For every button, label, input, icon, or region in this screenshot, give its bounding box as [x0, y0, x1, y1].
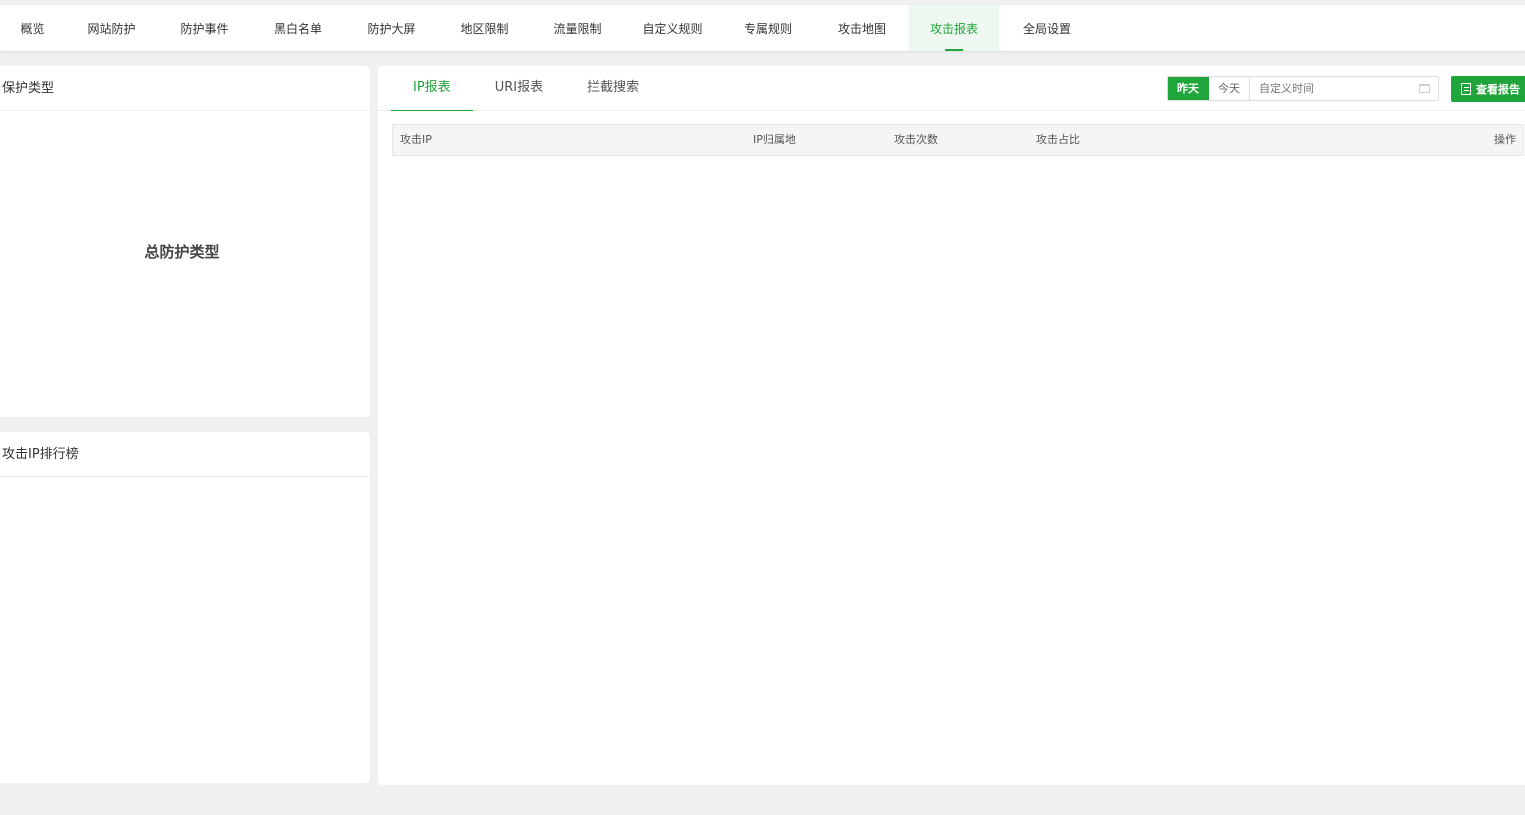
nav-item-label: 专属规则: [743, 21, 792, 36]
nav-item-black-white-list[interactable]: 黑白名单: [251, 5, 345, 51]
nav-item-overview[interactable]: 概览: [0, 5, 65, 51]
nav-item-attack-map[interactable]: 攻击地图: [815, 5, 909, 51]
nav-item-label: 自定义规则: [642, 21, 703, 36]
column-header-ip-location: IP归属地: [753, 133, 796, 146]
ip-report-table: 攻击IP IP归属地 攻击次数 攻击占比 操作: [392, 124, 1524, 156]
nav-item-label: 概览: [20, 21, 45, 36]
protection-type-panel: 保护类型 总防护类型: [0, 66, 370, 417]
nav-item-attack-report[interactable]: 攻击报表: [909, 5, 999, 51]
column-header-attack-count: 攻击次数: [894, 133, 938, 146]
column-header-actions: 操作: [1494, 133, 1516, 146]
today-button[interactable]: 今天: [1209, 77, 1250, 100]
nav-item-exclusive-rules[interactable]: 专属规则: [721, 5, 815, 51]
nav-item-protection-screen[interactable]: 防护大屏: [345, 5, 438, 51]
nav-item-label: 全局设置: [1022, 21, 1071, 36]
view-report-label: 查看报告: [1476, 83, 1520, 96]
total-protection-type-label: 总防护类型: [144, 243, 220, 261]
column-header-attack-ip: 攻击IP: [400, 133, 432, 146]
attack-report-panel: IP报表 URI报表 拦截搜索 昨天 今天 查看报告 攻击IP IP归属地 攻击…: [378, 66, 1525, 785]
nav-item-label: 流量限制: [553, 21, 602, 36]
top-navigation-bar: 概览 网站防护 防护事件 黑白名单 防护大屏 地区限制 流量限制 自定义规则 专…: [0, 5, 1525, 51]
custom-date-input[interactable]: [1250, 77, 1438, 100]
nav-item-label: 防护大屏: [367, 21, 416, 36]
nav-item-traffic-limit[interactable]: 流量限制: [531, 5, 624, 51]
tab-uri-report[interactable]: URI报表: [473, 66, 565, 110]
column-header-attack-ratio: 攻击占比: [1036, 133, 1080, 146]
panel-title: 攻击IP排行榜: [0, 432, 370, 477]
nav-item-label: 攻击地图: [837, 21, 886, 36]
date-range-selector: 昨天 今天: [1167, 76, 1439, 101]
nav-item-global-settings[interactable]: 全局设置: [999, 5, 1095, 51]
tab-intercept-search[interactable]: 拦截搜索: [565, 66, 661, 110]
nav-item-label: 攻击报表: [929, 21, 978, 36]
top-nav: 概览 网站防护 防护事件 黑白名单 防护大屏 地区限制 流量限制 自定义规则 专…: [0, 5, 1525, 51]
nav-item-custom-rules[interactable]: 自定义规则: [624, 5, 721, 51]
nav-item-protection-events[interactable]: 防护事件: [158, 5, 251, 51]
nav-item-label: 防护事件: [180, 21, 229, 36]
view-report-button[interactable]: 查看报告: [1451, 76, 1525, 102]
tab-ip-report[interactable]: IP报表: [391, 66, 473, 111]
nav-item-site-protection[interactable]: 网站防护: [65, 5, 158, 51]
yesterday-button[interactable]: 昨天: [1168, 77, 1209, 100]
custom-date-field[interactable]: [1250, 77, 1438, 100]
attack-ip-ranking-panel: 攻击IP排行榜: [0, 432, 370, 783]
nav-item-label: 黑白名单: [273, 21, 322, 36]
document-icon: [1461, 83, 1471, 95]
table-header-row: 攻击IP IP归属地 攻击次数 攻击占比 操作: [393, 125, 1523, 155]
nav-item-label: 地区限制: [460, 21, 509, 36]
calendar-icon[interactable]: [1419, 84, 1430, 93]
nav-item-region-limit[interactable]: 地区限制: [438, 5, 531, 51]
nav-item-label: 网站防护: [87, 21, 136, 36]
panel-title: 保护类型: [0, 66, 370, 111]
